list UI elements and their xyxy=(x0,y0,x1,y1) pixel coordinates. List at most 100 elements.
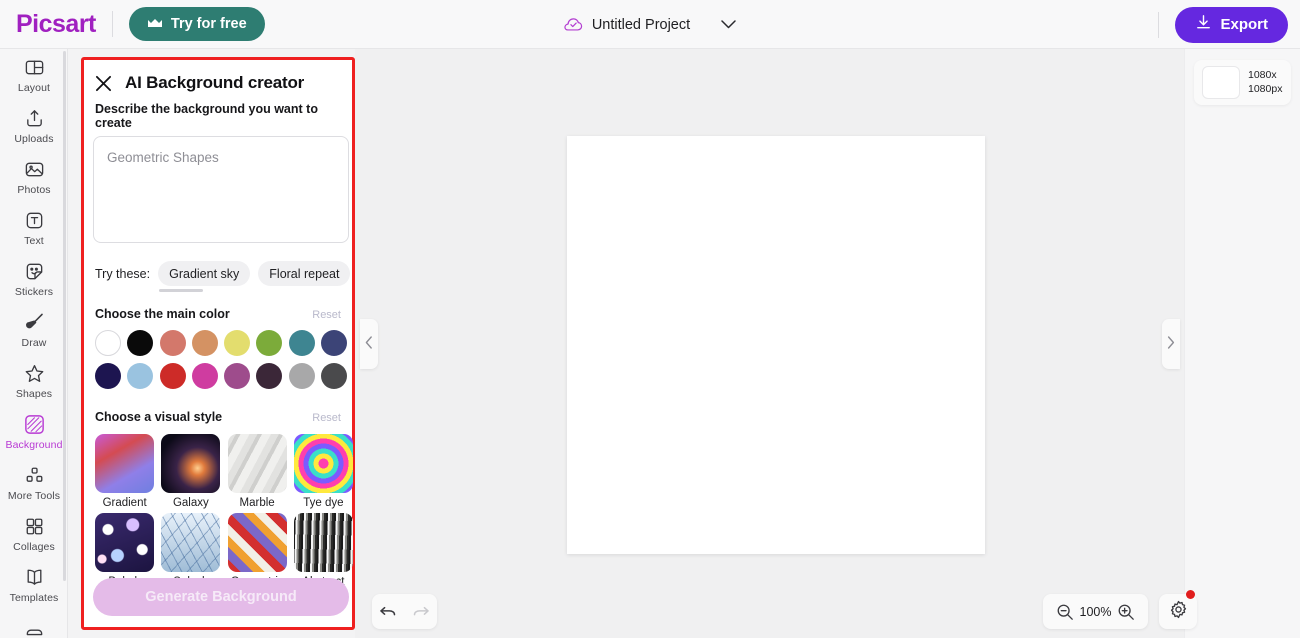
settings-button[interactable] xyxy=(1159,594,1197,629)
panel-header: AI Background creator xyxy=(93,73,343,93)
color-swatch-silver-gray[interactable] xyxy=(288,363,315,389)
color-reset-link[interactable]: Reset xyxy=(312,309,341,321)
sidebar-item-shapes[interactable]: Shapes xyxy=(0,355,67,406)
style-bokeh-option[interactable]: Bokeh xyxy=(95,513,155,588)
sidebar-item-uploads[interactable]: Uploads xyxy=(0,100,67,151)
chevron-down-icon[interactable] xyxy=(721,16,736,34)
style-marble-label: Marble xyxy=(239,497,275,509)
zoom-level-value: 100% xyxy=(1079,604,1112,619)
style-galaxy-option[interactable]: Galaxy xyxy=(161,434,221,509)
sidebar-label: Background xyxy=(5,438,63,451)
sidebar-item-collages[interactable]: Collages xyxy=(0,508,67,559)
style-geometric-thumbnail xyxy=(227,513,287,572)
color-swatch-dark-plum[interactable] xyxy=(256,363,283,389)
redo-icon[interactable] xyxy=(408,599,434,625)
style-tye-dye-option[interactable]: Tye dye xyxy=(293,434,353,509)
sidebar-scrollbar[interactable] xyxy=(63,51,66,581)
left-toolbar: Layout Uploads Photos Text Stickers Draw… xyxy=(0,49,68,638)
undo-redo-toolbar xyxy=(372,594,437,629)
sidebar-label: Collages xyxy=(13,540,55,553)
right-rail xyxy=(1184,49,1300,638)
workspace: 1080x 1080px 100% xyxy=(355,49,1300,638)
sidebar-label: Shapes xyxy=(15,387,53,400)
crown-icon xyxy=(147,18,163,30)
picsart-logo[interactable]: Picsart xyxy=(16,10,96,39)
templates-icon xyxy=(24,566,45,589)
canvas-size-height: 1080px xyxy=(1248,82,1283,95)
zoom-toolbar: 100% xyxy=(1043,594,1148,629)
sidebar-item-photos[interactable]: Photos xyxy=(0,151,67,202)
style-splash-option[interactable]: Splash xyxy=(161,513,221,588)
sidebar-item-templates[interactable]: Templates xyxy=(0,559,67,610)
sidebar-label: Draw xyxy=(21,336,47,349)
color-swatch-charcoal[interactable] xyxy=(320,363,347,389)
style-marble-option[interactable]: Marble xyxy=(227,434,287,509)
partial-icon xyxy=(24,624,45,638)
suggestion-chip-floral-repeat[interactable]: Floral repeat xyxy=(258,261,351,286)
prompt-input[interactable] xyxy=(93,136,349,243)
top-bar-right: Export xyxy=(1142,0,1288,49)
download-icon xyxy=(1195,14,1212,35)
top-bar: Picsart Try for free Untitled Project Ex… xyxy=(0,0,1300,49)
canvas-size-panel[interactable]: 1080x 1080px xyxy=(1194,60,1291,105)
suggestion-chip-gradient-sky[interactable]: Gradient sky xyxy=(158,261,251,286)
brush-icon xyxy=(23,311,45,334)
sidebar-item-text[interactable]: Text xyxy=(0,202,67,253)
try-these-label: Try these: xyxy=(95,266,151,281)
color-swatch-red[interactable] xyxy=(159,363,186,389)
sidebar-item-stickers[interactable]: Stickers xyxy=(0,253,67,304)
style-marble-thumbnail xyxy=(227,434,287,493)
text-icon xyxy=(24,209,45,232)
try-for-free-button[interactable]: Try for free xyxy=(128,7,265,41)
style-geometric-option[interactable]: Geometric xyxy=(227,513,287,588)
close-icon[interactable] xyxy=(93,73,113,93)
color-swatch-olive-green[interactable] xyxy=(256,330,283,356)
collapse-left-button[interactable] xyxy=(360,319,378,369)
gear-icon xyxy=(1169,600,1188,624)
sidebar-item-partial[interactable] xyxy=(0,610,67,638)
color-swatch-black[interactable] xyxy=(127,330,154,356)
describe-label: Describe the background you want to crea… xyxy=(95,102,318,130)
color-swatch-orchid[interactable] xyxy=(224,363,250,389)
color-swatch-magenta[interactable] xyxy=(191,363,218,389)
style-gradient-thumbnail xyxy=(95,434,155,493)
sidebar-item-more-tools[interactable]: More Tools xyxy=(0,457,67,508)
style-abstract-option[interactable]: Abstract xyxy=(293,513,353,588)
photo-icon xyxy=(24,158,45,181)
visual-style-grid: Gradient Galaxy Marble Tye dye BokehSplashGe… xyxy=(95,434,353,588)
sidebar-item-layout[interactable]: Layout xyxy=(0,49,67,100)
sidebar-label: Text xyxy=(24,234,44,247)
project-selector[interactable]: Untitled Project xyxy=(564,16,736,34)
export-label: Export xyxy=(1220,16,1268,33)
collapse-right-button[interactable] xyxy=(1162,319,1180,369)
canvas-document[interactable] xyxy=(567,136,985,554)
export-divider xyxy=(1158,11,1160,38)
style-splash-thumbnail xyxy=(161,513,221,572)
color-swatch-tan-orange[interactable] xyxy=(191,330,218,356)
color-swatch-navy-slate[interactable] xyxy=(320,330,347,356)
color-swatch-light-blue[interactable] xyxy=(127,363,154,389)
export-button[interactable]: Export xyxy=(1175,6,1288,43)
zoom-out-icon[interactable] xyxy=(1052,599,1078,625)
upload-icon xyxy=(24,107,45,130)
color-swatch-dark-navy[interactable] xyxy=(95,363,121,389)
style-reset-link[interactable]: Reset xyxy=(312,412,341,424)
style-gradient-option[interactable]: Gradient xyxy=(95,434,155,509)
color-swatch-yellow[interactable] xyxy=(224,330,250,356)
sidebar-label: Templates xyxy=(9,591,59,604)
sidebar-item-draw[interactable]: Draw xyxy=(0,304,67,355)
zoom-in-icon[interactable] xyxy=(1113,599,1139,625)
style-section-title: Choose a visual style xyxy=(95,410,223,424)
color-swatch-teal[interactable] xyxy=(288,330,315,356)
generate-background-button[interactable]: Generate Background xyxy=(93,578,349,616)
star-icon xyxy=(24,362,45,385)
background-icon xyxy=(23,413,46,436)
suggestions-scrollbar[interactable] xyxy=(159,289,203,292)
color-swatch-salmon[interactable] xyxy=(159,330,186,356)
color-swatch-white[interactable] xyxy=(95,330,121,356)
sidebar-label: More Tools xyxy=(7,489,61,502)
sidebar-item-background[interactable]: Background xyxy=(0,406,67,457)
undo-icon[interactable] xyxy=(375,599,401,625)
ai-background-creator-panel: AI Background creator Describe the backg… xyxy=(81,57,355,630)
canvas-size-thumbnail xyxy=(1202,66,1240,99)
